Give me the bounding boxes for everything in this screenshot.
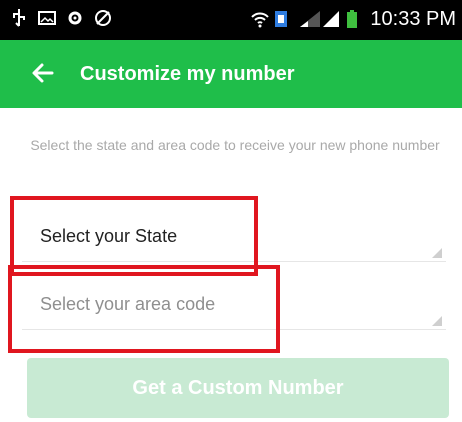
- status-bar-left-icons: [10, 8, 112, 28]
- status-bar-time: 10:33 PM: [370, 8, 456, 30]
- page-title: Customize my number: [80, 63, 295, 85]
- signal-icon: [298, 9, 321, 29]
- no-signal-icon: [94, 8, 112, 28]
- settings-icon: [66, 8, 84, 28]
- highlight-box-state: [10, 196, 258, 276]
- get-custom-number-label: Get a Custom Number: [132, 376, 344, 399]
- wifi-icon: [250, 9, 270, 29]
- app-bar: Customize my number: [0, 40, 462, 108]
- usb-icon: [10, 8, 28, 28]
- form-description: Select the state and area code to receiv…: [30, 137, 440, 153]
- sim-icon: [274, 9, 292, 29]
- highlight-box-area-code: [8, 265, 280, 353]
- status-bar: 10:33 PM: [0, 0, 462, 40]
- image-icon: [38, 8, 56, 28]
- dropdown-triangle-icon: [432, 316, 442, 326]
- get-custom-number-button[interactable]: Get a Custom Number: [27, 358, 449, 418]
- status-bar-right-icons: 10:33 PM: [250, 7, 456, 31]
- dropdown-triangle-icon: [432, 248, 442, 258]
- arrow-left-icon[interactable]: [30, 60, 56, 86]
- signal-icon: [322, 9, 340, 29]
- battery-icon: [346, 9, 364, 29]
